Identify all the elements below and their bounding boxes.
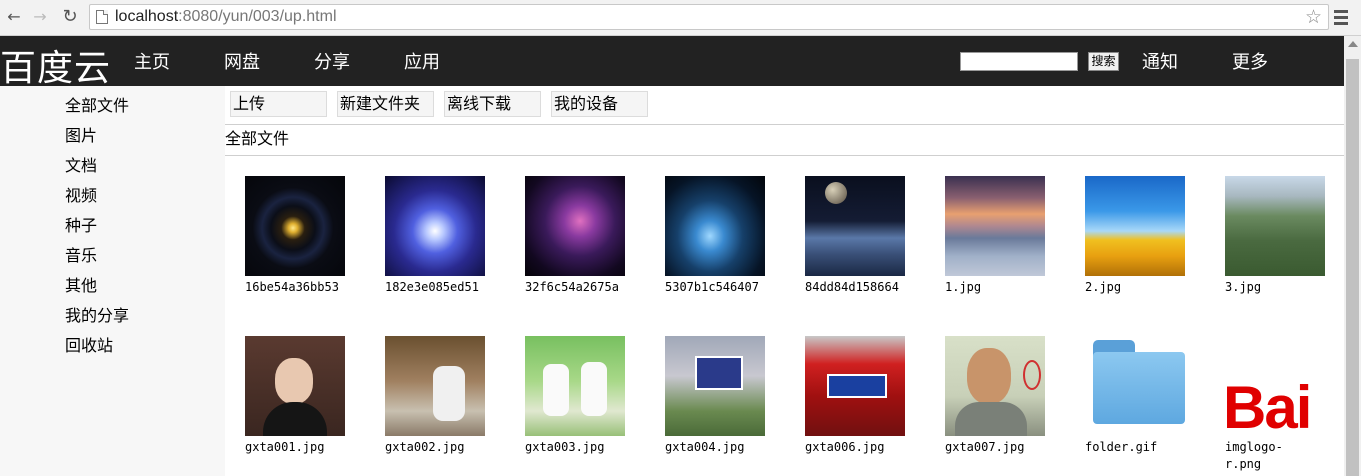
baidu-logo-text: Bai	[1225, 374, 1312, 437]
file-item[interactable]: 16be54a36bb53	[245, 176, 345, 296]
file-item[interactable]: 5307b1c546407	[665, 176, 765, 296]
nav-apps[interactable]: 应用	[404, 48, 440, 74]
file-name[interactable]: gxta001.jpg	[245, 439, 345, 456]
file-name[interactable]: 182e3e085ed51	[385, 279, 485, 296]
sidebar-item-torrents[interactable]: 种子	[65, 212, 97, 236]
offline-download-button[interactable]: 离线下载	[444, 91, 541, 117]
file-name[interactable]: 2.jpg	[1085, 279, 1185, 296]
file-item[interactable]: gxta002.jpg	[385, 336, 485, 456]
file-item[interactable]: 182e3e085ed51	[385, 176, 485, 296]
browser-toolbar: ← → ↻ localhost:8080/yun/003/up.html ☆	[0, 0, 1361, 36]
folder-icon[interactable]	[1085, 336, 1185, 436]
sign-board-image[interactable]	[665, 336, 765, 436]
url-path: :8080/yun/003/up.html	[178, 8, 337, 25]
address-bar[interactable]: localhost:8080/yun/003/up.html ☆	[89, 4, 1329, 30]
sidebar: 全部文件 图片 文档 视频 种子 音乐 其他 我的分享 回收站	[0, 86, 225, 476]
file-name[interactable]: 32f6c54a2675a	[525, 279, 625, 296]
sunflower-field-image[interactable]	[1085, 176, 1185, 276]
sidebar-item-documents[interactable]: 文档	[65, 152, 97, 176]
file-item[interactable]: 1.jpg	[945, 176, 1045, 296]
sidebar-item-music[interactable]: 音乐	[65, 242, 97, 266]
scrollbar-thumb[interactable]	[1346, 59, 1359, 476]
file-name[interactable]: imglogo-r.png	[1225, 439, 1297, 473]
galaxy-ring-image[interactable]	[245, 176, 345, 276]
file-name[interactable]: gxta002.jpg	[385, 439, 485, 456]
new-folder-button[interactable]: 新建文件夹	[337, 91, 434, 117]
nav-home[interactable]: 主页	[134, 48, 170, 74]
sidebar-item-all-files[interactable]: 全部文件	[65, 92, 129, 116]
sidebar-item-other[interactable]: 其他	[65, 272, 97, 296]
file-name[interactable]: 1.jpg	[945, 279, 1045, 296]
forward-arrow-icon[interactable]: →	[30, 7, 50, 27]
file-name[interactable]: 16be54a36bb53	[245, 279, 345, 296]
page-icon	[96, 10, 108, 24]
site-header: 百度云 主页 网盘 分享 应用 搜索 通知 更多	[0, 36, 1344, 89]
file-name[interactable]: 5307b1c546407	[665, 279, 765, 296]
file-item[interactable]: 84dd84d158664	[805, 176, 905, 296]
file-item[interactable]: gxta004.jpg	[665, 336, 765, 456]
upload-button[interactable]: 上传	[230, 91, 327, 117]
file-name[interactable]: gxta006.jpg	[805, 439, 905, 456]
file-item[interactable]: folder.gif	[1085, 336, 1185, 456]
sunset-sea-image[interactable]	[945, 176, 1045, 276]
baidu-logo-image[interactable]: Bai	[1225, 336, 1325, 436]
scroll-up-arrow-icon[interactable]	[1348, 41, 1358, 47]
back-arrow-icon[interactable]: ←	[4, 7, 24, 27]
file-item[interactable]: gxta006.jpg	[805, 336, 905, 456]
person-desk-image[interactable]	[385, 336, 485, 436]
file-name[interactable]: gxta007.jpg	[945, 439, 1045, 456]
divider	[225, 124, 1344, 125]
purple-nebula-image[interactable]	[525, 176, 625, 276]
bookmark-star-icon[interactable]: ☆	[1305, 6, 1322, 28]
address-url[interactable]: localhost:8080/yun/003/up.html	[115, 8, 337, 26]
man-portrait-image[interactable]	[945, 336, 1045, 436]
car-plate-image[interactable]	[805, 336, 905, 436]
site-logo[interactable]: 百度云	[0, 39, 111, 91]
sidebar-item-recycle-bin[interactable]: 回收站	[65, 332, 113, 356]
nav-share[interactable]: 分享	[314, 48, 350, 74]
couple-photo-image[interactable]	[525, 336, 625, 436]
nav-notifications[interactable]: 通知	[1142, 48, 1178, 74]
planet-horizon-image[interactable]	[805, 176, 905, 276]
reload-icon[interactable]: ↻	[60, 7, 80, 27]
file-name[interactable]: 3.jpg	[1225, 279, 1325, 296]
page-scrollbar[interactable]	[1344, 36, 1361, 476]
browser-menu-icon[interactable]	[1334, 8, 1348, 28]
nav-more[interactable]: 更多	[1232, 48, 1268, 74]
file-name[interactable]: gxta003.jpg	[525, 439, 625, 456]
file-item[interactable]: 2.jpg	[1085, 176, 1185, 296]
file-name[interactable]: folder.gif	[1085, 439, 1185, 456]
file-name[interactable]: 84dd84d158664	[805, 279, 905, 296]
file-item[interactable]: 3.jpg	[1225, 176, 1325, 296]
deep-space-image[interactable]	[665, 176, 765, 276]
file-item[interactable]: gxta001.jpg	[245, 336, 345, 456]
file-item[interactable]: Bai imglogo-r.png	[1225, 336, 1325, 473]
search-input[interactable]	[960, 52, 1078, 71]
divider	[225, 155, 1344, 156]
search-button[interactable]: 搜索	[1088, 52, 1119, 71]
blue-nebula-image[interactable]	[385, 176, 485, 276]
file-item[interactable]: 32f6c54a2675a	[525, 176, 625, 296]
sidebar-item-images[interactable]: 图片	[65, 122, 97, 146]
url-host: localhost	[115, 8, 179, 25]
file-name[interactable]: gxta004.jpg	[665, 439, 765, 456]
person-photo-image[interactable]	[245, 336, 345, 436]
sidebar-item-my-shares[interactable]: 我的分享	[65, 302, 129, 326]
nav-disk[interactable]: 网盘	[224, 48, 260, 74]
file-item[interactable]: gxta007.jpg	[945, 336, 1045, 456]
sidebar-item-videos[interactable]: 视频	[65, 182, 97, 206]
breadcrumb: 全部文件	[225, 129, 290, 148]
mountain-ruins-image[interactable]	[1225, 176, 1325, 276]
my-devices-button[interactable]: 我的设备	[551, 91, 648, 117]
file-item[interactable]: gxta003.jpg	[525, 336, 625, 456]
